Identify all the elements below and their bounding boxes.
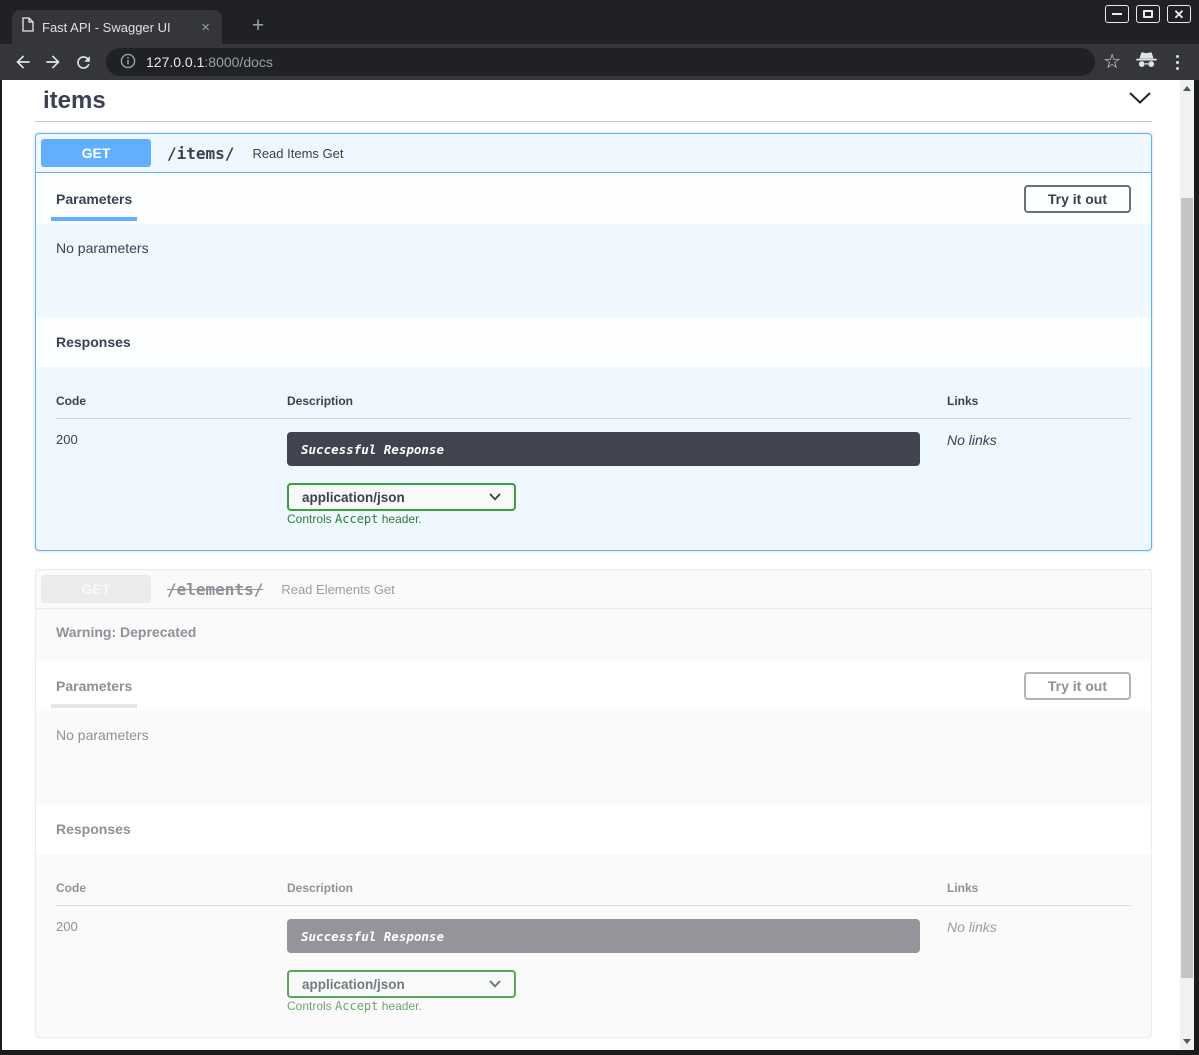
scrollbar-down-icon[interactable] [1183,1039,1191,1044]
tag-section-items[interactable]: items [35,80,1152,122]
responses-table: Code Description Links 200 Successful Re… [36,367,1151,550]
responses-table-header: Code Description Links [56,382,1131,419]
tab-title: Fast API - Swagger UI [42,20,191,35]
scrollbar-up-icon[interactable] [1183,86,1191,91]
col-description: Description [287,881,947,895]
controls-accept-note: Controls Accept header. [287,999,422,1013]
try-it-out-button[interactable]: Try it out [1024,672,1131,700]
swagger-page: items GET /items/ Read Items Get Paramet… [2,80,1180,1050]
opblock-summary[interactable]: GET /elements/ Read Elements Get [36,570,1151,609]
responses-header: Responses [36,804,1151,854]
parameters-tab[interactable]: Parameters [56,678,132,694]
responses-title: Responses [56,821,131,837]
response-description-cell: Successful Response application/json Con… [287,432,947,526]
forward-icon[interactable] [38,47,68,77]
close-button[interactable]: ✕ [1167,5,1191,23]
opblock-get-items: GET /items/ Read Items Get Parameters Tr… [35,133,1152,551]
try-it-out-button[interactable]: Try it out [1024,185,1131,213]
endpoint-path: /items/ [151,144,244,163]
browser-window: Fast API - Swagger UI × + ✕ 127.0.0.1:80… [0,0,1199,1055]
page-scrollbar[interactable] [1180,80,1194,1050]
controls-accept-note: Controls Accept header. [287,512,422,526]
incognito-icon[interactable] [1135,51,1158,73]
minimize-button[interactable] [1105,5,1129,23]
document-icon [22,17,34,37]
url-host: 127.0.0.1 [146,54,204,70]
media-type-value: application/json [302,490,405,505]
browser-tab[interactable]: Fast API - Swagger UI × [12,10,222,44]
response-description-cell: Successful Response application/json Con… [287,919,947,1013]
opblock-get-elements-deprecated: GET /elements/ Read Elements Get Warning… [35,569,1152,1038]
back-icon[interactable] [8,47,38,77]
scrollbar-thumb[interactable] [1181,198,1193,978]
response-description: Successful Response [287,919,920,953]
deprecated-warning: Warning: Deprecated [36,609,1151,660]
site-info-icon[interactable] [120,53,136,72]
parameters-header: Parameters Try it out [36,173,1151,224]
menu-dots-icon[interactable] [1172,51,1183,74]
bookmark-star-icon[interactable]: ☆ [1103,52,1121,72]
no-links-text: No links [947,432,1131,526]
no-links-text: No links [947,919,1131,1013]
new-tab-button[interactable]: + [244,12,272,40]
address-bar[interactable]: 127.0.0.1:8000/docs [106,48,1095,76]
endpoint-path: /elements/ [151,580,273,599]
endpoint-summary: Read Items Get [244,146,343,161]
col-links: Links [947,881,1131,895]
endpoint-summary: Read Elements Get [273,582,394,597]
browser-titlebar: Fast API - Swagger UI × + ✕ [0,0,1199,44]
responses-table-header: Code Description Links [56,869,1131,906]
reload-icon[interactable] [68,47,98,77]
status-code: 200 [56,432,287,526]
no-parameters-text: No parameters [36,224,1151,317]
responses-header: Responses [36,317,1151,367]
chevron-down-icon[interactable] [1128,91,1152,110]
parameters-tab[interactable]: Parameters [56,191,132,207]
media-type-select[interactable]: application/json [287,483,516,511]
select-chevron-icon [489,980,501,988]
no-parameters-text: No parameters [36,711,1151,804]
url-path: :8000/docs [204,54,273,70]
col-code: Code [56,394,287,408]
media-type-value: application/json [302,977,405,992]
toolbar-right-icons: ☆ [1103,51,1191,74]
browser-toolbar: 127.0.0.1:8000/docs ☆ [0,44,1199,80]
status-code: 200 [56,919,287,1013]
response-description: Successful Response [287,432,920,466]
parameters-header: Parameters Try it out [36,660,1151,711]
tab-close-icon[interactable]: × [199,20,212,35]
col-code: Code [56,881,287,895]
method-badge: GET [41,575,151,603]
window-controls: ✕ [1105,5,1191,23]
response-row: 200 Successful Response application/json… [56,906,1131,1013]
col-links: Links [947,394,1131,408]
responses-title: Responses [56,334,131,350]
method-badge: GET [41,139,151,167]
select-chevron-icon [489,493,501,501]
response-row: 200 Successful Response application/json… [56,419,1131,526]
opblock-summary[interactable]: GET /items/ Read Items Get [36,134,1151,173]
col-description: Description [287,394,947,408]
url-text: 127.0.0.1:8000/docs [146,54,273,70]
responses-table: Code Description Links 200 Successful Re… [36,854,1151,1037]
media-type-select[interactable]: application/json [287,970,516,998]
tag-title: items [43,87,106,115]
maximize-button[interactable] [1136,5,1160,23]
